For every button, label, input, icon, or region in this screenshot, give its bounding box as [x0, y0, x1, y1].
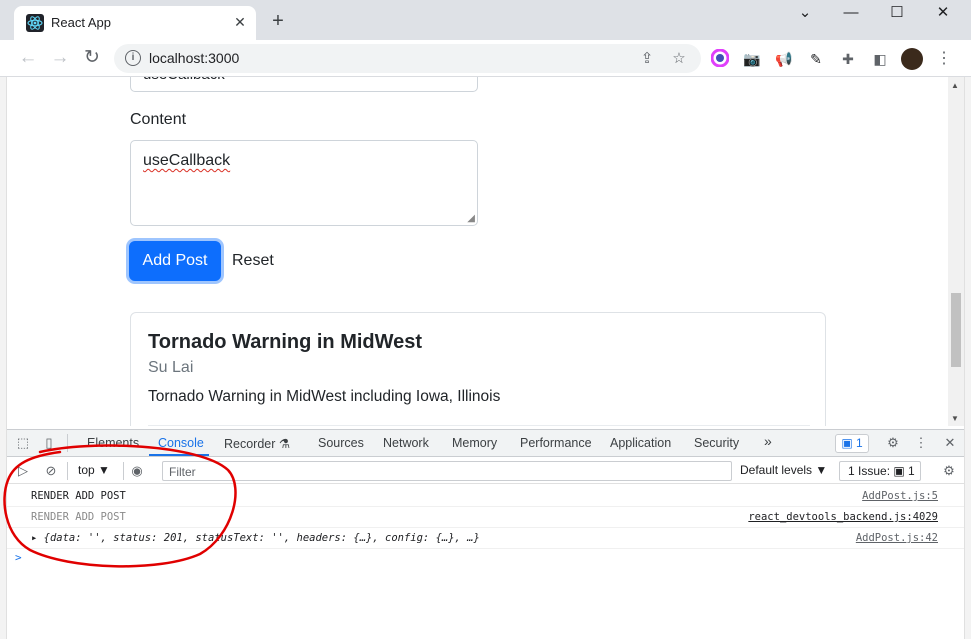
- side-panel-icon[interactable]: ◧: [870, 49, 890, 69]
- issues-badge[interactable]: ▣ 1: [835, 434, 869, 453]
- log-source-link[interactable]: AddPost.js:42: [856, 532, 938, 544]
- tab-search-icon[interactable]: ⌄: [782, 0, 828, 28]
- filter-placeholder: Filter: [169, 465, 196, 479]
- pen-icon[interactable]: ✎: [806, 49, 826, 69]
- devtools-close-icon[interactable]: ✕: [942, 435, 958, 451]
- reset-button[interactable]: Reset: [232, 252, 274, 270]
- devtools-menu-kebab-icon[interactable]: ⋮: [913, 435, 929, 451]
- site-info-icon[interactable]: i: [125, 50, 141, 66]
- browser-toolbar: ← → ↻ i localhost:3000 ⇪ ☆ 📷 📢 ✎ ✚ ◧ ⋮: [0, 40, 971, 77]
- device-toolbar-icon[interactable]: ▯: [41, 435, 57, 451]
- tab-elements[interactable]: Elements: [87, 436, 139, 450]
- tab-memory[interactable]: Memory: [452, 436, 497, 450]
- address-bar[interactable]: i localhost:3000 ⇪ ☆: [114, 44, 701, 73]
- react-logo-icon: [26, 14, 44, 32]
- message-icon: ▣: [841, 436, 856, 450]
- tab-application[interactable]: Application: [610, 436, 671, 450]
- log-message: RENDER ADD POST: [31, 490, 126, 502]
- page-scrollbar[interactable]: ▲ ▼: [948, 77, 964, 426]
- resize-grip-icon[interactable]: ◢: [467, 213, 475, 224]
- browser-tab[interactable]: React App ✕: [14, 6, 256, 40]
- scroll-up-icon[interactable]: ▲: [951, 81, 959, 90]
- console-log-row: ▸ {data: '', status: 201, statusText: ''…: [7, 528, 964, 549]
- console-filter-bar: ▷ ⊘ top ▼ ◉ Filter Default levels ▼ 1 Is…: [7, 458, 964, 484]
- extensions-puzzle-icon[interactable]: ✚: [838, 49, 858, 69]
- filter-separator: [123, 462, 124, 480]
- tab-console[interactable]: Console: [158, 436, 204, 450]
- context-selector[interactable]: top ▼: [78, 463, 110, 477]
- tab-security[interactable]: Security: [694, 436, 739, 450]
- bookmark-star-icon[interactable]: ☆: [670, 50, 688, 68]
- color-extension-icon[interactable]: [710, 48, 730, 69]
- post-card: Tornado Warning in MidWest Su Lai Tornad…: [130, 312, 826, 426]
- reload-icon[interactable]: ↻: [80, 47, 104, 71]
- post-card-footer: [148, 425, 810, 426]
- log-object-preview[interactable]: ▸ {data: '', status: 201, statusText: ''…: [31, 532, 480, 544]
- maximize-button[interactable]: ☐: [874, 0, 920, 28]
- inspect-element-icon[interactable]: ⬚: [15, 435, 31, 451]
- tab-sources[interactable]: Sources: [318, 436, 364, 450]
- log-message: RENDER ADD POST: [31, 511, 126, 523]
- clear-console-icon[interactable]: ⊘: [43, 463, 59, 479]
- scrollbar-thumb[interactable]: [951, 293, 961, 367]
- title-input-value: useCallback: [143, 77, 225, 83]
- megaphone-icon[interactable]: 📢: [774, 49, 794, 69]
- new-tab-button[interactable]: +: [268, 10, 288, 32]
- console-prompt[interactable]: >: [15, 551, 22, 564]
- page-viewport: useCallback Content useCallback ◢ Add Po…: [7, 77, 948, 426]
- devtools-separator: [67, 434, 68, 452]
- forward-arrow-icon[interactable]: →: [48, 47, 72, 71]
- issues-badge-count: 1: [855, 436, 863, 450]
- filter-separator: [67, 462, 68, 480]
- devtools-settings-gear-icon[interactable]: ⚙: [885, 435, 901, 451]
- tab-recorder[interactable]: Recorder ⚗: [224, 436, 290, 451]
- console-settings-gear-icon[interactable]: ⚙: [941, 463, 957, 479]
- content-textarea-value: useCallback: [143, 152, 231, 169]
- devtools-tab-bar: ⬚ ▯ Elements Console Recorder ⚗ Sources …: [7, 430, 964, 457]
- share-icon[interactable]: ⇪: [638, 50, 656, 68]
- camera-icon[interactable]: 📷: [742, 49, 762, 69]
- console-log-row: RENDER ADD POST react_devtools_backend.j…: [7, 507, 964, 528]
- tab-strip: React App ✕ + ⌄ — ☐ ✕: [0, 0, 971, 40]
- log-source-link[interactable]: AddPost.js:5: [862, 490, 938, 502]
- live-expression-eye-icon[interactable]: ◉: [129, 463, 145, 479]
- menu-kebab-icon[interactable]: ⋮: [934, 49, 954, 69]
- devtools-panel: ⬚ ▯ Elements Console Recorder ⚗ Sources …: [7, 429, 964, 639]
- url-text: localhost:3000: [149, 50, 240, 66]
- tab-network[interactable]: Network: [383, 436, 429, 450]
- minimize-button[interactable]: —: [828, 0, 874, 28]
- console-filter-input[interactable]: Filter: [162, 461, 732, 481]
- post-title: Tornado Warning in MidWest: [148, 331, 423, 353]
- console-sidebar-icon[interactable]: ▷: [15, 463, 31, 479]
- back-arrow-icon[interactable]: ←: [16, 47, 40, 71]
- log-levels-dropdown[interactable]: Default levels ▼: [740, 463, 827, 477]
- console-log-row: RENDER ADD POST AddPost.js:5: [7, 486, 964, 507]
- issue-count-button[interactable]: 1 Issue: ▣ 1: [839, 461, 921, 481]
- content-textarea[interactable]: useCallback ◢: [130, 140, 478, 226]
- tab-title: React App: [51, 15, 111, 30]
- post-body: Tornado Warning in MidWest including Iow…: [148, 388, 501, 405]
- profile-avatar[interactable]: [901, 48, 923, 70]
- post-author: Su Lai: [148, 359, 194, 376]
- active-tab-indicator: [149, 454, 209, 456]
- title-input[interactable]: useCallback: [130, 77, 478, 92]
- tab-performance[interactable]: Performance: [520, 436, 592, 450]
- content-label: Content: [130, 111, 187, 128]
- close-window-button[interactable]: ✕: [920, 0, 966, 28]
- more-tabs-chevron-icon[interactable]: »: [764, 433, 772, 449]
- tab-close-icon[interactable]: ✕: [230, 11, 250, 33]
- left-window-edge: [0, 77, 7, 639]
- right-window-edge: [964, 77, 971, 639]
- log-source-link[interactable]: react_devtools_backend.js:4029: [748, 511, 938, 523]
- scroll-down-icon[interactable]: ▼: [951, 414, 959, 423]
- add-post-button[interactable]: Add Post: [129, 241, 221, 281]
